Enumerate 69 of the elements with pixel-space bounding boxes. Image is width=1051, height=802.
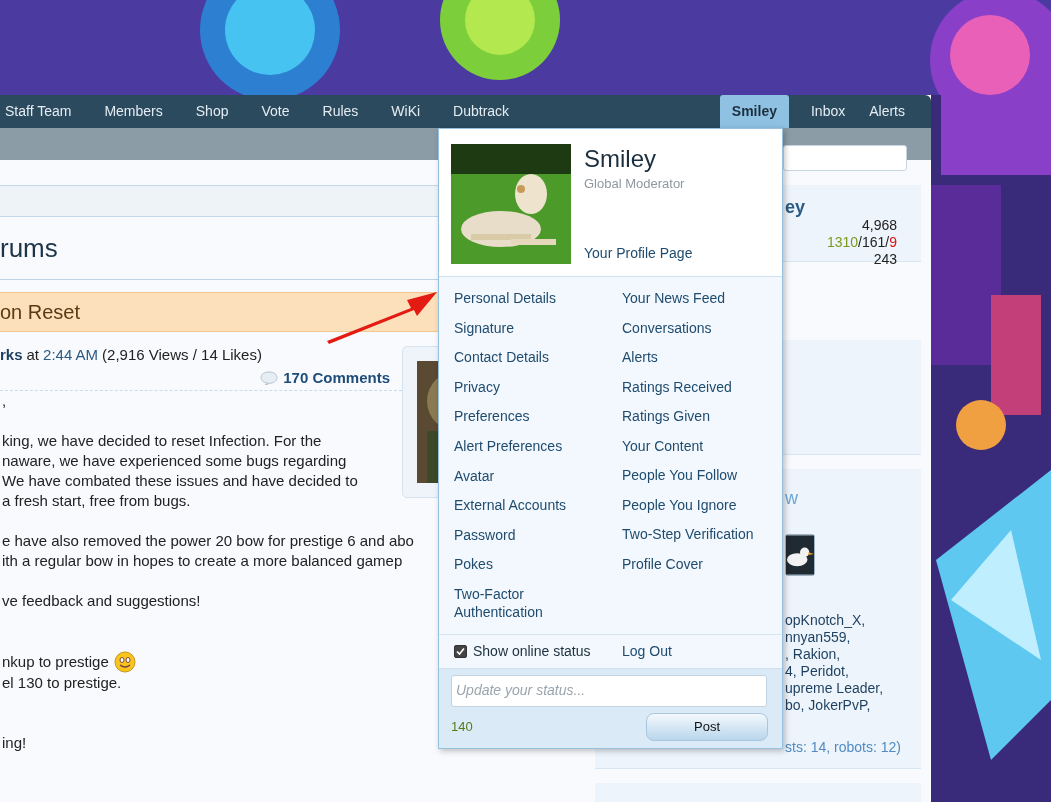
menu-username: Smiley [584, 144, 657, 174]
post-text: ve feedback and suggestions! [1, 591, 201, 611]
post-text: naware, we have experienced some bugs regarding [1, 451, 347, 471]
smiley-icon [113, 651, 136, 673]
menu-link[interactable]: External Accounts [454, 491, 582, 521]
member-names: nnyan559, [785, 629, 852, 646]
post-text: ith a regular bow in hopes to create a more balanced gamep [1, 551, 403, 571]
nav-tab[interactable]: Inbox [804, 101, 852, 122]
thread-stats: (2,916 Views / 14 Likes) [102, 345, 262, 365]
messages-count: 4,968 [860, 217, 897, 234]
menu-link[interactable]: Alert Preferences [454, 431, 582, 462]
menu-link[interactable]: Ratings Given [622, 402, 754, 432]
menu-link[interactable]: Contact Details [454, 343, 582, 373]
nav-tab[interactable]: Alerts [863, 101, 911, 122]
menu-link[interactable]: Avatar [454, 461, 582, 492]
post-text: nkup to prestige [1, 652, 109, 672]
post-text: e have also removed the power 20 bow for prestige 6 and abo [1, 531, 414, 551]
nav-tab[interactable]: Members [104, 101, 163, 122]
character-counter: 140 [451, 718, 473, 737]
menu-link[interactable]: Preferences [454, 402, 582, 432]
logout-link[interactable]: Log Out [622, 641, 672, 663]
checkbox[interactable] [454, 645, 467, 659]
menu-link[interactable]: Password [454, 520, 582, 551]
member-names: upreme Leader, [785, 680, 885, 697]
nav-tab[interactable]: Staff Team [5, 101, 72, 122]
post-text: el 130 to prestige. [1, 673, 122, 693]
post-text: , [1, 391, 7, 411]
post-text: king, we have decided to reset Infection. For the [1, 431, 322, 451]
menu-link[interactable]: People You Follow [622, 461, 754, 491]
member-names: , Rakion, [785, 646, 842, 663]
comments-link[interactable]: 170 Comments [283, 366, 390, 389]
post-text: a fresh start, free from bugs. [1, 491, 191, 511]
panel-heading: w [785, 487, 799, 510]
nav-tab[interactable]: WiKi [391, 101, 421, 122]
status-field[interactable]: Update your status... [451, 675, 767, 708]
profile-link[interactable]: Your Profile Page [584, 243, 693, 264]
checkbox-label: Show online status [473, 642, 591, 662]
nav-tab[interactable]: Shop [195, 101, 229, 122]
post-text: ing! [1, 733, 27, 753]
nav-tab[interactable]: Rules [322, 101, 359, 122]
sidebar-username: ey [785, 197, 807, 217]
menu-link[interactable]: Two-Factor Authentication [454, 579, 582, 628]
ratings-count: 1310/161/9 [825, 234, 897, 251]
menu-link[interactable]: Conversations [622, 313, 754, 343]
search-field[interactable] [783, 145, 907, 171]
points-count: 243 [872, 251, 897, 268]
menu-link[interactable]: Privacy [454, 372, 582, 403]
menu-link[interactable]: People You Ignore [622, 490, 754, 520]
nav-tab[interactable]: Smiley [719, 95, 789, 128]
nav-tab[interactable]: Vote [261, 101, 290, 122]
member-names: opKnotch_X, [785, 612, 867, 629]
menu-link[interactable]: Your Content [622, 431, 754, 461]
menu-link[interactable]: Pokes [454, 550, 582, 580]
time-link[interactable]: 2:44 AM [43, 344, 99, 367]
menu-link[interactable]: Your News Feed [622, 284, 754, 314]
user-role: Global Moderator [584, 175, 686, 193]
member-names: 4, Peridot, [785, 663, 850, 680]
post-button[interactable]: Post [646, 713, 768, 742]
nav-tab[interactable]: Dubtrack [453, 101, 510, 122]
post-text: We have combated these issues and have decided to [1, 471, 358, 491]
author-link[interactable]: rks [0, 344, 23, 367]
menu-link[interactable]: Ratings Received [622, 372, 754, 402]
online-total: sts: 14, robots: 12) [785, 738, 902, 757]
speech-bubble-icon [260, 370, 279, 385]
byline-text: at [26, 345, 40, 365]
menu-link[interactable]: Alerts [622, 343, 754, 373]
menu-link[interactable]: Two-Step Verification [622, 520, 754, 550]
menu-link[interactable]: Profile Cover [622, 549, 754, 579]
member-names: bo, JokerPvP, [785, 697, 872, 714]
